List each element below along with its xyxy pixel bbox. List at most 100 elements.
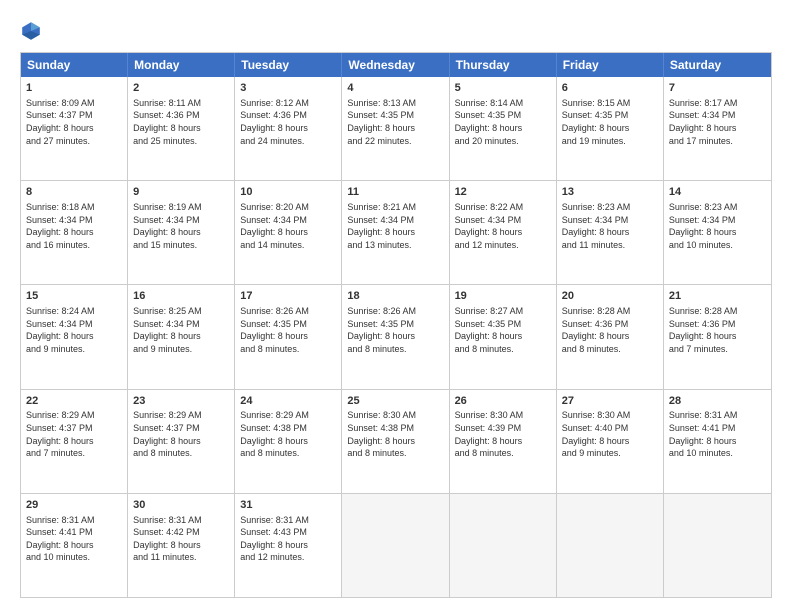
day-number: 22 <box>26 394 122 409</box>
calendar-day-cell <box>450 494 557 597</box>
calendar-header-cell: Sunday <box>21 53 128 77</box>
day-number: 26 <box>455 394 551 409</box>
calendar-day-cell: 13Sunrise: 8:23 AMSunset: 4:34 PMDayligh… <box>557 181 664 284</box>
day-number: 24 <box>240 394 336 409</box>
day-info-text: Sunrise: 8:20 AMSunset: 4:34 PMDaylight:… <box>240 201 336 251</box>
calendar-day-cell: 18Sunrise: 8:26 AMSunset: 4:35 PMDayligh… <box>342 285 449 388</box>
day-number: 21 <box>669 289 766 304</box>
day-info-text: Sunrise: 8:29 AMSunset: 4:37 PMDaylight:… <box>26 409 122 459</box>
day-info-text: Sunrise: 8:23 AMSunset: 4:34 PMDaylight:… <box>562 201 658 251</box>
day-number: 30 <box>133 498 229 513</box>
calendar-day-cell: 4Sunrise: 8:13 AMSunset: 4:35 PMDaylight… <box>342 77 449 180</box>
day-number: 13 <box>562 185 658 200</box>
day-info-text: Sunrise: 8:18 AMSunset: 4:34 PMDaylight:… <box>26 201 122 251</box>
day-number: 10 <box>240 185 336 200</box>
day-info-text: Sunrise: 8:28 AMSunset: 4:36 PMDaylight:… <box>562 305 658 355</box>
day-number: 12 <box>455 185 551 200</box>
calendar-header-cell: Monday <box>128 53 235 77</box>
day-info-text: Sunrise: 8:29 AMSunset: 4:38 PMDaylight:… <box>240 409 336 459</box>
day-info-text: Sunrise: 8:24 AMSunset: 4:34 PMDaylight:… <box>26 305 122 355</box>
calendar-body: 1Sunrise: 8:09 AMSunset: 4:37 PMDaylight… <box>21 77 771 597</box>
calendar-day-cell: 12Sunrise: 8:22 AMSunset: 4:34 PMDayligh… <box>450 181 557 284</box>
calendar-day-cell: 29Sunrise: 8:31 AMSunset: 4:41 PMDayligh… <box>21 494 128 597</box>
calendar-day-cell: 21Sunrise: 8:28 AMSunset: 4:36 PMDayligh… <box>664 285 771 388</box>
day-number: 11 <box>347 185 443 200</box>
calendar-day-cell: 1Sunrise: 8:09 AMSunset: 4:37 PMDaylight… <box>21 77 128 180</box>
calendar-day-cell <box>342 494 449 597</box>
calendar-day-cell: 20Sunrise: 8:28 AMSunset: 4:36 PMDayligh… <box>557 285 664 388</box>
calendar-day-cell: 24Sunrise: 8:29 AMSunset: 4:38 PMDayligh… <box>235 390 342 493</box>
calendar-day-cell: 7Sunrise: 8:17 AMSunset: 4:34 PMDaylight… <box>664 77 771 180</box>
calendar-day-cell: 22Sunrise: 8:29 AMSunset: 4:37 PMDayligh… <box>21 390 128 493</box>
calendar-day-cell: 2Sunrise: 8:11 AMSunset: 4:36 PMDaylight… <box>128 77 235 180</box>
calendar-week-row: 22Sunrise: 8:29 AMSunset: 4:37 PMDayligh… <box>21 389 771 493</box>
day-info-text: Sunrise: 8:31 AMSunset: 4:42 PMDaylight:… <box>133 514 229 564</box>
day-info-text: Sunrise: 8:14 AMSunset: 4:35 PMDaylight:… <box>455 97 551 147</box>
day-number: 5 <box>455 81 551 96</box>
day-number: 19 <box>455 289 551 304</box>
calendar-day-cell: 14Sunrise: 8:23 AMSunset: 4:34 PMDayligh… <box>664 181 771 284</box>
calendar-day-cell: 25Sunrise: 8:30 AMSunset: 4:38 PMDayligh… <box>342 390 449 493</box>
day-info-text: Sunrise: 8:19 AMSunset: 4:34 PMDaylight:… <box>133 201 229 251</box>
calendar-week-row: 15Sunrise: 8:24 AMSunset: 4:34 PMDayligh… <box>21 284 771 388</box>
calendar-day-cell: 27Sunrise: 8:30 AMSunset: 4:40 PMDayligh… <box>557 390 664 493</box>
day-info-text: Sunrise: 8:31 AMSunset: 4:41 PMDaylight:… <box>669 409 766 459</box>
calendar-day-cell: 28Sunrise: 8:31 AMSunset: 4:41 PMDayligh… <box>664 390 771 493</box>
day-info-text: Sunrise: 8:26 AMSunset: 4:35 PMDaylight:… <box>240 305 336 355</box>
calendar-day-cell: 5Sunrise: 8:14 AMSunset: 4:35 PMDaylight… <box>450 77 557 180</box>
day-number: 17 <box>240 289 336 304</box>
day-number: 2 <box>133 81 229 96</box>
day-number: 18 <box>347 289 443 304</box>
calendar-week-row: 8Sunrise: 8:18 AMSunset: 4:34 PMDaylight… <box>21 180 771 284</box>
calendar-week-row: 29Sunrise: 8:31 AMSunset: 4:41 PMDayligh… <box>21 493 771 597</box>
calendar-header-row: SundayMondayTuesdayWednesdayThursdayFrid… <box>21 53 771 77</box>
day-number: 28 <box>669 394 766 409</box>
calendar-day-cell: 8Sunrise: 8:18 AMSunset: 4:34 PMDaylight… <box>21 181 128 284</box>
calendar-day-cell: 16Sunrise: 8:25 AMSunset: 4:34 PMDayligh… <box>128 285 235 388</box>
day-info-text: Sunrise: 8:17 AMSunset: 4:34 PMDaylight:… <box>669 97 766 147</box>
calendar-week-row: 1Sunrise: 8:09 AMSunset: 4:37 PMDaylight… <box>21 77 771 180</box>
day-number: 27 <box>562 394 658 409</box>
day-info-text: Sunrise: 8:12 AMSunset: 4:36 PMDaylight:… <box>240 97 336 147</box>
day-number: 16 <box>133 289 229 304</box>
calendar-header-cell: Thursday <box>450 53 557 77</box>
calendar-day-cell: 10Sunrise: 8:20 AMSunset: 4:34 PMDayligh… <box>235 181 342 284</box>
day-info-text: Sunrise: 8:28 AMSunset: 4:36 PMDaylight:… <box>669 305 766 355</box>
day-number: 1 <box>26 81 122 96</box>
day-number: 3 <box>240 81 336 96</box>
day-number: 20 <box>562 289 658 304</box>
day-info-text: Sunrise: 8:15 AMSunset: 4:35 PMDaylight:… <box>562 97 658 147</box>
day-number: 23 <box>133 394 229 409</box>
day-info-text: Sunrise: 8:09 AMSunset: 4:37 PMDaylight:… <box>26 97 122 147</box>
calendar-day-cell: 31Sunrise: 8:31 AMSunset: 4:43 PMDayligh… <box>235 494 342 597</box>
calendar-day-cell: 30Sunrise: 8:31 AMSunset: 4:42 PMDayligh… <box>128 494 235 597</box>
day-info-text: Sunrise: 8:25 AMSunset: 4:34 PMDaylight:… <box>133 305 229 355</box>
day-number: 14 <box>669 185 766 200</box>
day-info-text: Sunrise: 8:21 AMSunset: 4:34 PMDaylight:… <box>347 201 443 251</box>
day-info-text: Sunrise: 8:11 AMSunset: 4:36 PMDaylight:… <box>133 97 229 147</box>
day-number: 15 <box>26 289 122 304</box>
calendar-day-cell: 9Sunrise: 8:19 AMSunset: 4:34 PMDaylight… <box>128 181 235 284</box>
day-info-text: Sunrise: 8:23 AMSunset: 4:34 PMDaylight:… <box>669 201 766 251</box>
calendar-day-cell: 19Sunrise: 8:27 AMSunset: 4:35 PMDayligh… <box>450 285 557 388</box>
calendar-day-cell: 3Sunrise: 8:12 AMSunset: 4:36 PMDaylight… <box>235 77 342 180</box>
day-info-text: Sunrise: 8:13 AMSunset: 4:35 PMDaylight:… <box>347 97 443 147</box>
calendar-day-cell: 23Sunrise: 8:29 AMSunset: 4:37 PMDayligh… <box>128 390 235 493</box>
logo-icon <box>20 20 42 42</box>
page-header <box>20 18 772 42</box>
calendar-day-cell: 15Sunrise: 8:24 AMSunset: 4:34 PMDayligh… <box>21 285 128 388</box>
day-info-text: Sunrise: 8:27 AMSunset: 4:35 PMDaylight:… <box>455 305 551 355</box>
calendar: SundayMondayTuesdayWednesdayThursdayFrid… <box>20 52 772 598</box>
calendar-day-cell <box>664 494 771 597</box>
calendar-day-cell: 6Sunrise: 8:15 AMSunset: 4:35 PMDaylight… <box>557 77 664 180</box>
calendar-header-cell: Wednesday <box>342 53 449 77</box>
logo <box>20 18 46 42</box>
day-number: 9 <box>133 185 229 200</box>
day-number: 7 <box>669 81 766 96</box>
day-info-text: Sunrise: 8:29 AMSunset: 4:37 PMDaylight:… <box>133 409 229 459</box>
day-info-text: Sunrise: 8:30 AMSunset: 4:40 PMDaylight:… <box>562 409 658 459</box>
day-info-text: Sunrise: 8:30 AMSunset: 4:38 PMDaylight:… <box>347 409 443 459</box>
day-info-text: Sunrise: 8:26 AMSunset: 4:35 PMDaylight:… <box>347 305 443 355</box>
calendar-day-cell: 17Sunrise: 8:26 AMSunset: 4:35 PMDayligh… <box>235 285 342 388</box>
day-info-text: Sunrise: 8:31 AMSunset: 4:41 PMDaylight:… <box>26 514 122 564</box>
